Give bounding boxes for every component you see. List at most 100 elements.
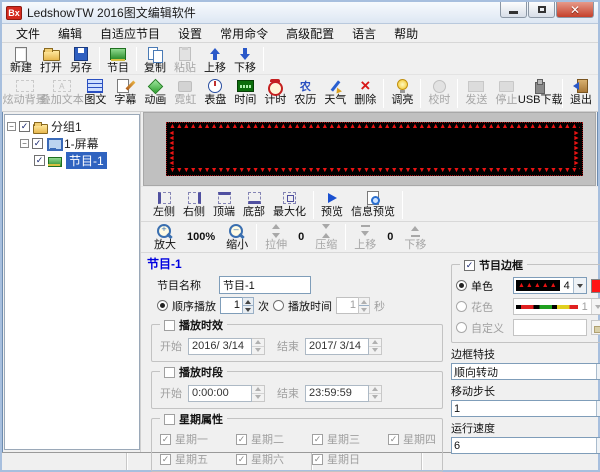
preview-button[interactable]: 预览 xyxy=(317,189,347,218)
menu-common-commands[interactable]: 常用命令 xyxy=(212,24,276,43)
group-checkbox[interactable]: ✓ xyxy=(19,121,30,132)
program-settings-form: 节目-1 节目名称 节目-1 顺序播放 1 次 播放时间 1 秒 xyxy=(141,253,598,452)
grid-icon xyxy=(85,78,105,94)
mono-border-style-dropdown[interactable]: ▲▲▲▲▲4 xyxy=(513,277,587,294)
border-color-swatch[interactable] xyxy=(591,279,600,293)
align-left-button[interactable]: 左侧 xyxy=(149,189,179,218)
save-as-button[interactable]: 另存 xyxy=(66,45,96,74)
play-time-radio[interactable] xyxy=(273,300,284,311)
border-effect-dropdown[interactable]: 顺向转动 xyxy=(451,363,600,380)
weekday-thursday: ✓星期四 xyxy=(388,431,436,447)
move-step-dropdown[interactable]: 1 xyxy=(451,400,600,417)
time-sync-icon xyxy=(429,78,449,94)
zoom-in-button[interactable]: 放大 xyxy=(149,223,181,251)
weather-button[interactable]: 天气 xyxy=(320,77,350,106)
shift-down-button: 下移 xyxy=(399,223,431,251)
menu-settings[interactable]: 设置 xyxy=(170,24,210,43)
play-time-label: 播放时间 xyxy=(288,298,332,314)
align-right-button[interactable]: 右侧 xyxy=(179,189,209,218)
tree-item-program[interactable]: ✓ 节目-1 xyxy=(7,152,137,169)
lunar-calendar-button[interactable]: 农历 xyxy=(290,77,320,106)
validity-start-date[interactable]: 2016/ 3/14 xyxy=(188,338,265,355)
align-top-button[interactable]: 顶端 xyxy=(209,189,239,218)
toolbar-separator xyxy=(99,47,100,71)
validity-start-label: 开始 xyxy=(160,338,182,354)
brightness-button[interactable]: 调亮 xyxy=(387,77,417,106)
minimize-button[interactable] xyxy=(500,2,527,18)
validity-end-date[interactable]: 2017/ 3/14 xyxy=(305,338,382,355)
info-preview-button[interactable]: 信息预览 xyxy=(347,189,399,218)
maximize-area-button[interactable]: 最大化 xyxy=(269,189,310,218)
monday-checkbox: ✓ xyxy=(160,434,171,445)
run-speed-dropdown[interactable]: 6 xyxy=(451,437,600,454)
menu-adaptive-program[interactable]: 自适应节目 xyxy=(92,24,168,43)
digital-time-icon xyxy=(235,78,255,94)
move-down-button[interactable]: 下移 xyxy=(230,45,260,74)
sequence-count-spinner[interactable]: 1 xyxy=(220,297,254,314)
usb-download-button[interactable]: USB下载 xyxy=(521,77,559,106)
border-pattern-preview: ▲▲▲▲▲ xyxy=(516,280,560,291)
tree-item-group[interactable]: − ✓ 分组1 xyxy=(7,118,137,135)
weekday-checkbox[interactable] xyxy=(164,414,175,425)
group-label[interactable]: 分组1 xyxy=(51,118,82,135)
menu-language[interactable]: 语言 xyxy=(344,24,384,43)
toolbar-separator xyxy=(263,47,264,71)
screen-label[interactable]: 1-屏幕 xyxy=(64,135,99,152)
zoom-out-button[interactable]: 缩小 xyxy=(221,223,253,251)
validity-checkbox[interactable] xyxy=(164,320,175,331)
objects-toolbar: 炫动背景 叠加文本 图文 字幕 动画 霓虹 表盘 时间 计时 农历 天气 删除 … xyxy=(2,75,598,112)
screen-checkbox[interactable]: ✓ xyxy=(32,138,43,149)
custom-border-input xyxy=(513,319,587,336)
close-button[interactable]: ✕ xyxy=(556,2,594,18)
mono-color-radio[interactable] xyxy=(456,280,467,291)
collapse-icon[interactable]: − xyxy=(7,122,16,131)
tree-item-screen[interactable]: − ✓ 1-屏幕 xyxy=(7,135,137,152)
program-button[interactable]: 节目 xyxy=(103,45,133,74)
pattern-border-dropdown: 1 xyxy=(513,298,600,315)
dial-button[interactable]: 表盘 xyxy=(200,77,230,106)
exit-button[interactable]: 退出 xyxy=(566,77,596,106)
menu-help[interactable]: 帮助 xyxy=(386,24,426,43)
program-label-selected[interactable]: 节目-1 xyxy=(66,152,107,169)
copy-button[interactable]: 复制 xyxy=(140,45,170,74)
border-enable-checkbox[interactable]: ✓ xyxy=(464,260,475,271)
move-up-button[interactable]: 上移 xyxy=(200,45,230,74)
animation-button[interactable]: 动画 xyxy=(140,77,170,106)
menu-edit[interactable]: 编辑 xyxy=(50,24,90,43)
program-name-input[interactable]: 节目-1 xyxy=(219,276,311,294)
led-screen[interactable]: ▲▲▲▲▲▲▲▲▲▲▲▲▲▲▲▲▲▲▲▲▲▲▲▲▲▲▲▲▲▲▲▲▲▲▲▲▲▲▲▲… xyxy=(166,122,583,176)
graphic-text-button[interactable]: 图文 xyxy=(80,77,110,106)
period-end-time[interactable]: 23:59:59 xyxy=(305,385,382,402)
collapse-icon[interactable]: − xyxy=(20,139,29,148)
main-toolbar: 新建 打开 另存 节目 复制 粘贴 上移 下移 xyxy=(2,43,598,75)
zoom-level: 100% xyxy=(181,231,221,243)
menu-file[interactable]: 文件 xyxy=(8,24,48,43)
shift-up-icon xyxy=(355,223,375,239)
dynamic-background-icon xyxy=(15,78,35,94)
open-button[interactable]: 打开 xyxy=(36,45,66,74)
period-checkbox[interactable] xyxy=(164,367,175,378)
time-button[interactable]: 时间 xyxy=(230,77,260,106)
align-bottom-button[interactable]: 底部 xyxy=(239,189,269,218)
send-button: 发送 xyxy=(461,77,491,106)
timer-button[interactable]: 计时 xyxy=(260,77,290,106)
subtitle-button[interactable]: 字幕 xyxy=(110,77,140,106)
delete-button[interactable]: 删除 xyxy=(350,77,380,106)
dropdown-button[interactable] xyxy=(596,401,600,416)
led-border-bottom: ▼▼▼▼▼▼▼▼▼▼▼▼▼▼▼▼▼▼▼▼▼▼▼▼▼▼▼▼▼▼▼▼▼▼▼▼▼▼▼▼… xyxy=(169,167,580,175)
stop-button: 停止 xyxy=(491,77,521,106)
maximize-area-icon xyxy=(283,192,296,204)
save-icon xyxy=(71,46,91,62)
dropdown-button[interactable] xyxy=(596,438,600,453)
dropdown-button[interactable] xyxy=(596,364,600,379)
period-start-time[interactable]: 0:00:00 xyxy=(188,385,265,402)
dropdown-button[interactable] xyxy=(573,278,586,293)
new-button[interactable]: 新建 xyxy=(6,45,36,74)
sequence-play-label: 顺序播放 xyxy=(172,298,216,314)
menu-advanced-config[interactable]: 高级配置 xyxy=(278,24,342,43)
sequence-play-radio[interactable] xyxy=(157,300,168,311)
app-window: Bx LedshowTW 2016图文编辑软件 ✕ 文件 编辑 自适应节目 设置… xyxy=(0,0,600,472)
maximize-button[interactable] xyxy=(528,2,555,18)
stretch-value: 0 xyxy=(292,231,310,243)
program-checkbox[interactable]: ✓ xyxy=(34,155,45,166)
